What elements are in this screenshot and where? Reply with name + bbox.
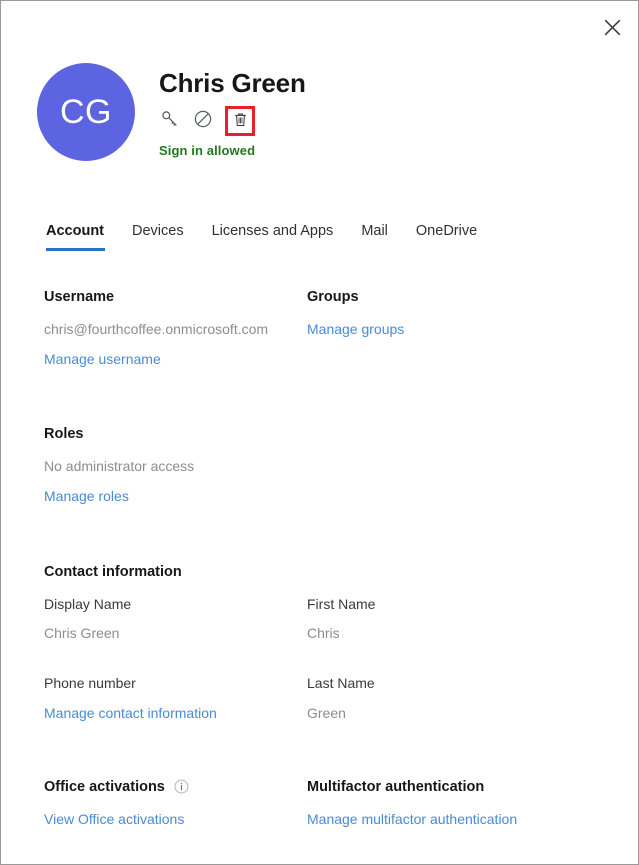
block-icon xyxy=(193,109,213,132)
contact-information-title: Contact information xyxy=(44,563,182,580)
username-groups-row: Username chris@fourthcoffee.onmicrosoft.… xyxy=(44,289,614,370)
delete-user-button[interactable] xyxy=(225,105,255,136)
office-mfa-row: Office activations View Office activatio… xyxy=(44,779,614,831)
view-office-activations-link[interactable]: View Office activations xyxy=(44,809,184,831)
display-name-value: Chris Green xyxy=(44,625,120,642)
roles-title: Roles xyxy=(44,426,84,443)
contact-information-section: Contact information Display Name Chris G… xyxy=(44,564,614,725)
user-details-panel: CG Chris Green Sign in allowed Account D… xyxy=(0,0,639,865)
manage-groups-link[interactable]: Manage groups xyxy=(307,319,404,341)
tab-account[interactable]: Account xyxy=(44,223,118,251)
close-icon xyxy=(604,19,621,36)
roles-row: Roles No administrator access Manage rol… xyxy=(44,426,614,507)
multifactor-authentication-title: Multifactor authentication xyxy=(307,778,485,795)
last-name-field: Last Name Green xyxy=(307,673,614,724)
roles-value: No administrator access xyxy=(44,458,195,475)
first-name-label: First Name xyxy=(307,595,376,612)
first-name-field: First Name Chris xyxy=(307,594,614,645)
avatar-initials: CG xyxy=(60,92,112,131)
display-name-field: Display Name Chris Green xyxy=(44,594,307,645)
user-action-toolbar xyxy=(159,105,306,136)
groups-section: Groups Manage groups xyxy=(307,289,614,341)
contact-names-row: Display Name Chris Green First Name Chri… xyxy=(44,594,614,645)
tab-bar: Account Devices Licenses and Apps Mail O… xyxy=(44,223,614,251)
block-signin-button[interactable] xyxy=(192,110,214,132)
multifactor-authentication-section: Multifactor authentication Manage multif… xyxy=(307,779,614,831)
office-activations-title-text: Office activations xyxy=(44,778,165,795)
phone-number-field: Phone number Manage contact information xyxy=(44,673,307,724)
manage-contact-information-link[interactable]: Manage contact information xyxy=(44,703,217,725)
manage-username-link[interactable]: Manage username xyxy=(44,349,161,371)
avatar: CG xyxy=(37,63,135,161)
username-section: Username chris@fourthcoffee.onmicrosoft.… xyxy=(44,289,307,370)
last-name-label: Last Name xyxy=(307,675,375,692)
username-title: Username xyxy=(44,289,115,305)
groups-title: Groups xyxy=(307,289,359,305)
tab-devices[interactable]: Devices xyxy=(118,223,198,251)
tab-onedrive[interactable]: OneDrive xyxy=(402,223,491,251)
last-name-value: Green xyxy=(307,704,346,721)
reset-password-button[interactable] xyxy=(159,110,181,132)
close-button[interactable] xyxy=(593,8,631,46)
key-icon xyxy=(160,109,180,132)
username-value: chris@fourthcoffee.onmicrosoft.com xyxy=(44,321,269,337)
trash-icon xyxy=(232,111,249,131)
info-icon[interactable] xyxy=(174,779,190,795)
office-activations-title: Office activations xyxy=(44,779,307,795)
manage-multifactor-authentication-link[interactable]: Manage multifactor authentication xyxy=(307,809,517,831)
tab-licenses-and-apps[interactable]: Licenses and Apps xyxy=(198,223,348,251)
first-name-value: Chris xyxy=(307,625,340,642)
user-header: CG Chris Green Sign in allowed xyxy=(37,63,306,161)
user-header-text: Chris Green Sign in allowed xyxy=(159,63,306,158)
office-activations-section: Office activations View Office activatio… xyxy=(44,779,307,831)
contact-phone-row: Phone number Manage contact information … xyxy=(44,673,614,724)
account-tab-content: Username chris@fourthcoffee.onmicrosoft.… xyxy=(44,289,614,830)
signin-status-badge: Sign in allowed xyxy=(159,142,256,158)
manage-roles-link[interactable]: Manage roles xyxy=(44,486,129,508)
roles-section: Roles No administrator access Manage rol… xyxy=(44,426,307,507)
phone-number-label: Phone number xyxy=(44,675,136,692)
tab-mail[interactable]: Mail xyxy=(347,223,402,251)
display-name-label: Display Name xyxy=(44,595,132,612)
page-title: Chris Green xyxy=(159,68,306,98)
